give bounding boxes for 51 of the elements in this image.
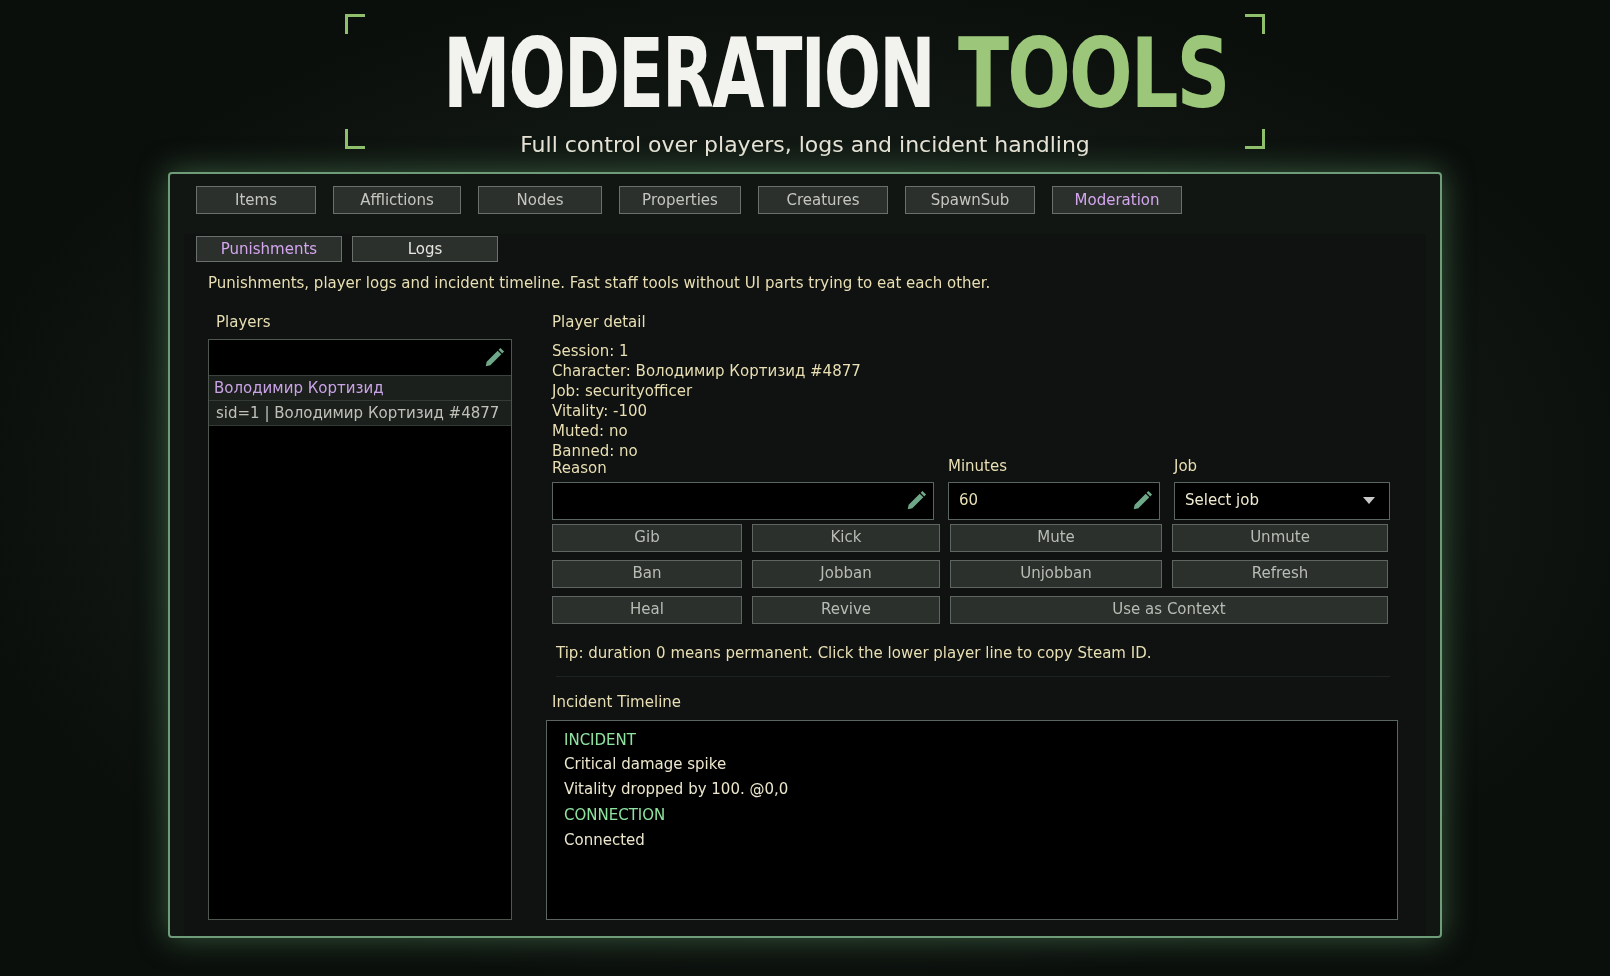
action-button[interactable]: Gib: [552, 523, 742, 552]
tab[interactable]: SpawnSub: [905, 186, 1035, 214]
description-text: Punishments, player logs and incident timeline. Fast staff tools without UI parts trying to eat each other.: [208, 273, 992, 294]
field-label: Minutes: [948, 456, 1009, 477]
timeline-text: Critical damage spike: [564, 754, 728, 775]
field-label: Job: [1174, 456, 1199, 477]
detail-text: Vitality: -100: [552, 401, 649, 421]
action-button[interactable]: Unmute: [1172, 523, 1388, 552]
action-button[interactable]: Ban: [552, 559, 742, 588]
title: MODERATION: [443, 26, 934, 122]
action-button[interactable]: Revive: [752, 595, 940, 624]
detail-text: Character: Володимир Кортизид #4877: [552, 361, 862, 381]
action-button[interactable]: Use as Context: [950, 595, 1388, 624]
player-id-item[interactable]: sid=1 | Володимир Кортизид #4877: [209, 401, 511, 426]
tip-text: Tip: duration 0 means permanent. Click the lower player line to copy Steam ID.: [556, 641, 1390, 677]
tab[interactable]: Logs: [352, 236, 498, 262]
field-label: Reason: [552, 458, 608, 479]
caret-icon: [1363, 497, 1375, 504]
action-button[interactable]: Unjobban: [950, 559, 1162, 588]
tab[interactable]: Afflictions: [333, 186, 461, 214]
tab[interactable]: Nodes: [478, 186, 602, 214]
action-button[interactable]: Refresh: [1172, 559, 1388, 588]
action-button[interactable]: Mute: [950, 523, 1162, 552]
tab[interactable]: Properties: [619, 186, 741, 214]
timeline-text: Connected: [564, 829, 646, 851]
minutes-field[interactable]: 60: [948, 481, 1160, 520]
pencil-icon: [1131, 489, 1153, 512]
timeline-heading: INCIDENT: [564, 729, 637, 751]
reason-field[interactable]: [552, 481, 934, 520]
action-button[interactable]: Heal: [552, 595, 742, 624]
subtitle: Full control over players, logs and incident handling: [520, 131, 1090, 159]
section-label: Players: [216, 311, 272, 333]
timeline-text: Vitality dropped by 100. @0,0: [564, 778, 790, 800]
section-label: Incident Timeline: [552, 692, 683, 713]
tab[interactable]: Moderation: [1052, 186, 1182, 214]
tab[interactable]: Creatures: [758, 186, 888, 214]
detail-text: Muted: no: [552, 421, 629, 441]
detail-text: Job: securityofficer: [552, 381, 694, 401]
pencil-icon: [905, 489, 927, 512]
action-button[interactable]: Jobban: [752, 559, 940, 588]
section-label: Player detail: [552, 311, 647, 333]
detail-text: Session: 1: [552, 341, 630, 361]
tab[interactable]: Punishments: [196, 236, 342, 262]
title-accent: TOOLS: [957, 26, 1229, 122]
timeline-heading: CONNECTION: [564, 805, 667, 826]
detail-text: Banned: no: [552, 441, 639, 461]
job-dropdown[interactable]: Select job: [1174, 481, 1390, 520]
tab[interactable]: Items: [196, 186, 316, 214]
action-button[interactable]: Kick: [752, 523, 940, 552]
pencil-icon: [483, 346, 505, 369]
player-name-item[interactable]: Володимир Кортизид: [209, 376, 511, 401]
